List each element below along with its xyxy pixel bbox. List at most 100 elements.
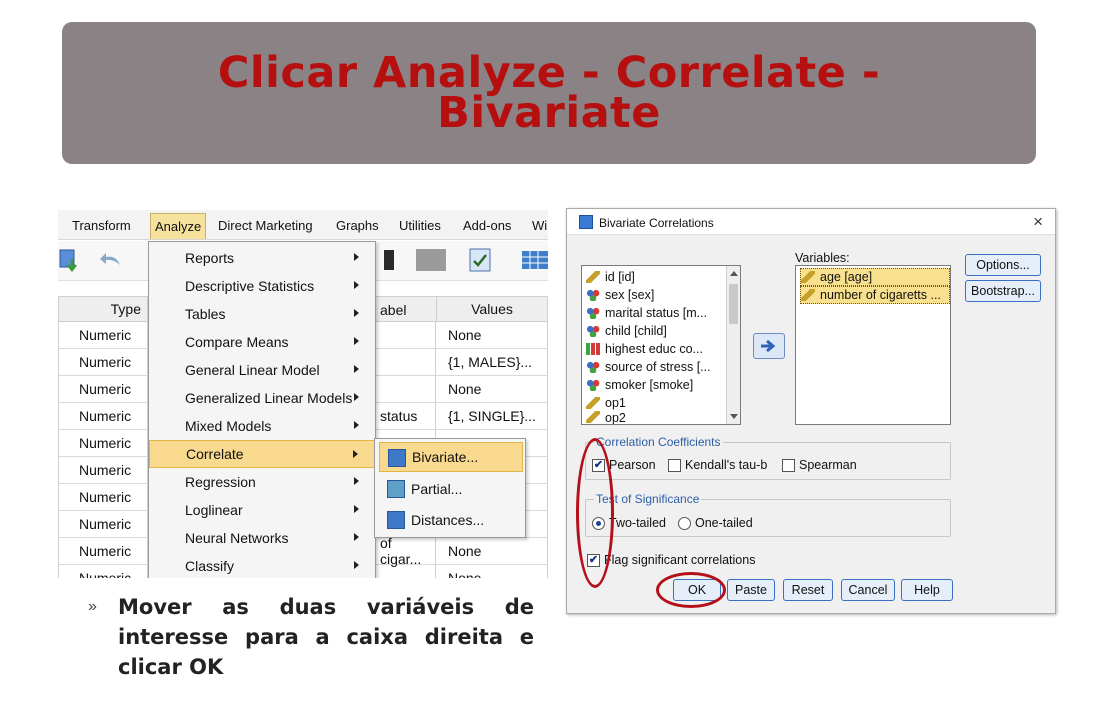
menu-window[interactable]: Wi xyxy=(532,218,547,233)
menu-graphs[interactable]: Graphs xyxy=(336,218,379,233)
bootstrap-button[interactable]: Bootstrap... xyxy=(965,280,1041,302)
menu-item-tables[interactable]: Tables xyxy=(149,300,375,328)
submenu-arrow-icon xyxy=(353,450,358,458)
menu-item-generalized-linear-models[interactable]: Generalized Linear Models xyxy=(149,384,375,412)
type-cell[interactable]: Numeric xyxy=(58,511,148,538)
nominal-variable-icon xyxy=(586,361,600,373)
menu-item-general-linear-model[interactable]: General Linear Model xyxy=(149,356,375,384)
label-cell[interactable] xyxy=(376,349,436,376)
values-cell[interactable]: None xyxy=(436,538,548,565)
cancel-button[interactable]: Cancel xyxy=(841,579,895,601)
list-item-label: source of stress [... xyxy=(605,360,711,374)
menu-item-regression[interactable]: Regression xyxy=(149,468,375,496)
submenu-arrow-icon xyxy=(354,477,359,485)
menu-item-neural-networks[interactable]: Neural Networks xyxy=(149,524,375,552)
spearman-checkbox[interactable]: Spearman xyxy=(782,458,857,472)
selected-variables-list[interactable]: age [age] number of cigaretts ... xyxy=(795,265,951,425)
menu-item-classify[interactable]: Classify xyxy=(149,552,375,578)
type-cell[interactable]: Numeric xyxy=(58,430,148,457)
values-cell[interactable]: {1, SINGLE}... xyxy=(436,403,548,430)
menu-item-reports[interactable]: Reports xyxy=(149,244,375,272)
type-cell[interactable]: Numeric xyxy=(58,403,148,430)
submenu-arrow-icon xyxy=(354,253,359,261)
options-button[interactable]: Options... xyxy=(965,254,1041,276)
values-cell[interactable]: None xyxy=(436,565,548,578)
scale-variable-icon xyxy=(801,289,815,301)
slide-title-line-2: Bivariate xyxy=(437,88,661,138)
selected-variable-item[interactable]: number of cigaretts ... xyxy=(800,286,950,304)
list-item[interactable]: source of stress [... xyxy=(586,358,711,376)
list-item-label: highest educ co... xyxy=(605,342,703,356)
option-label: One-tailed xyxy=(695,516,753,530)
dialog-title-bar: Bivariate Correlations × xyxy=(567,209,1055,235)
type-cell[interactable]: Numeric xyxy=(58,457,148,484)
reset-button[interactable]: Reset xyxy=(783,579,833,601)
label-cell[interactable]: status xyxy=(376,403,436,430)
kendall-checkbox[interactable]: Kendall's tau-b xyxy=(668,458,767,472)
checkbox-icon xyxy=(782,458,795,472)
menu-item-label: Reports xyxy=(185,250,235,266)
type-cell[interactable]: Numeric xyxy=(58,349,148,376)
scroll-thumb[interactable] xyxy=(729,284,738,324)
distances-icon xyxy=(387,511,405,529)
submenu-item-partial[interactable]: Partial... xyxy=(379,474,523,504)
slide-title-line-1: Clicar Analyze - Correlate - xyxy=(217,48,881,98)
menu-analyze[interactable]: Analyze xyxy=(150,213,207,239)
import-data-icon[interactable] xyxy=(58,247,82,273)
list-item-label: op1 xyxy=(605,396,626,410)
bivariate-correlations-dialog: Bivariate Correlations × id [id] sex [se… xyxy=(566,208,1056,614)
type-cell[interactable]: Numeric xyxy=(58,484,148,511)
list-item[interactable]: marital status [m... xyxy=(586,304,707,322)
variables-icon[interactable] xyxy=(380,247,404,273)
list-item[interactable]: highest educ co... xyxy=(586,340,703,358)
values-cell[interactable]: {1, MALES}... xyxy=(436,349,548,376)
selected-variable-item[interactable]: age [age] xyxy=(800,268,950,286)
type-cell[interactable]: Numeric xyxy=(58,565,148,578)
type-cell[interactable]: Numeric xyxy=(58,538,148,565)
paste-button[interactable]: Paste xyxy=(727,579,775,601)
select-cases-icon[interactable] xyxy=(468,247,492,273)
flag-significant-checkbox[interactable]: ✔ Flag significant correlations xyxy=(587,553,755,567)
list-item[interactable]: op1 xyxy=(586,394,626,412)
help-button[interactable]: Help xyxy=(901,579,953,601)
menu-bar: Transform Analyze Direct Marketing Graph… xyxy=(58,210,548,240)
list-item[interactable]: id [id] xyxy=(586,268,635,286)
type-cell[interactable]: Numeric xyxy=(58,322,148,349)
chart-icon[interactable] xyxy=(414,247,450,273)
undo-icon[interactable] xyxy=(98,247,122,273)
label-cell[interactable] xyxy=(376,376,436,403)
close-icon[interactable]: × xyxy=(1033,212,1043,232)
submenu-item-distances[interactable]: Distances... xyxy=(379,505,523,535)
menu-add-ons[interactable]: Add-ons xyxy=(463,218,511,233)
type-cell[interactable]: Numeric xyxy=(58,376,148,403)
list-item[interactable]: child [child] xyxy=(586,322,667,340)
menu-item-correlate[interactable]: Correlate xyxy=(149,440,375,468)
menu-item-mixed-models[interactable]: Mixed Models xyxy=(149,412,375,440)
menu-item-loglinear[interactable]: Loglinear xyxy=(149,496,375,524)
source-variables-list[interactable]: id [id] sex [sex] marital status [m... c… xyxy=(581,265,741,425)
data-grid-icon[interactable] xyxy=(520,247,548,273)
label-cell[interactable] xyxy=(376,322,436,349)
menu-direct-marketing[interactable]: Direct Marketing xyxy=(218,218,313,233)
menu-item-compare-means[interactable]: Compare Means xyxy=(149,328,375,356)
list-item[interactable]: op2 xyxy=(586,411,626,424)
values-cell[interactable]: None xyxy=(436,376,548,403)
label-cell[interactable]: of cigar... xyxy=(376,535,436,567)
submenu-item-bivariate[interactable]: Bivariate... xyxy=(379,442,523,472)
list-scrollbar[interactable] xyxy=(726,266,740,424)
list-item-label: child [child] xyxy=(605,324,667,338)
one-tailed-radio[interactable]: One-tailed xyxy=(678,516,753,530)
submenu-arrow-icon xyxy=(354,561,359,569)
values-cell[interactable]: None xyxy=(436,322,548,349)
submenu-arrow-icon xyxy=(354,393,359,401)
list-item[interactable]: smoker [smoke] xyxy=(586,376,693,394)
menu-transform[interactable]: Transform xyxy=(72,218,131,233)
list-item[interactable]: sex [sex] xyxy=(586,286,654,304)
menu-utilities[interactable]: Utilities xyxy=(399,218,441,233)
move-variables-button[interactable] xyxy=(753,333,785,359)
list-item-label: age [age] xyxy=(820,270,873,284)
dialog-app-icon xyxy=(579,215,593,229)
scroll-up-icon[interactable] xyxy=(730,271,738,276)
menu-item-descriptive-statistics[interactable]: Descriptive Statistics xyxy=(149,272,375,300)
scroll-down-icon[interactable] xyxy=(730,414,738,419)
